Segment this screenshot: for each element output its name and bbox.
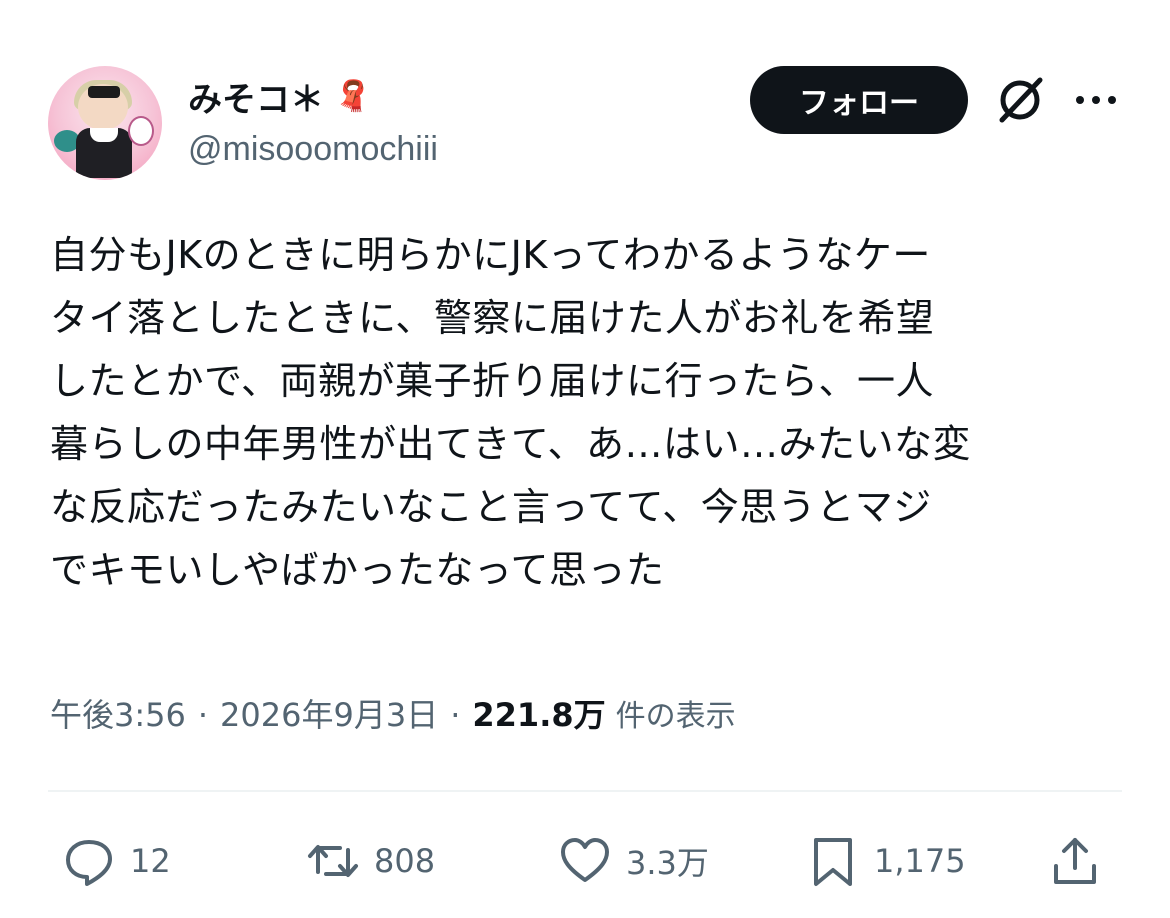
heart-icon [561, 838, 609, 882]
grok-icon[interactable] [992, 72, 1048, 128]
views-count: 221.8万 [472, 696, 606, 734]
tweet-date[interactable]: 2026年9月3日 [220, 690, 438, 736]
meta-separator: · [450, 696, 461, 734]
repost-icon [308, 845, 358, 877]
like-button[interactable]: 3.3万 [558, 826, 709, 896]
share-icon [1054, 838, 1096, 884]
more-options-icon[interactable] [1072, 82, 1120, 118]
repost-count: 808 [374, 842, 436, 880]
share-button[interactable] [1048, 826, 1102, 896]
reply-count: 12 [130, 842, 171, 880]
tweet-meta: 午後3:56 · 2026年9月3日 · 221.8万 件の表示 [50, 690, 736, 736]
like-count: 3.3万 [626, 844, 709, 882]
bookmark-button[interactable]: 1,175 [806, 826, 966, 896]
user-handle[interactable]: @misooomochiii [188, 130, 438, 169]
avatar-decoration [90, 128, 118, 142]
tweet-text: 自分もJKのときに明らかにJKってわかるようなケー タイ落としたときに、警察に届… [50, 233, 971, 592]
scarf-emoji: 🧣 [334, 78, 372, 114]
tweet-time[interactable]: 午後3:56 [50, 690, 186, 736]
action-bar: 12 808 3.3万 1,175 [48, 826, 1122, 896]
tweet-header: みそコ＊ 🧣 @misooomochiii フォロー [48, 64, 1122, 184]
display-name-line[interactable]: みそコ＊ 🧣 [188, 72, 371, 121]
bookmark-count: 1,175 [874, 842, 966, 880]
reply-icon [66, 840, 112, 886]
user-avatar[interactable] [48, 66, 162, 180]
meta-separator: · [197, 696, 209, 734]
views-label: 件の表示 [615, 699, 736, 734]
display-name[interactable]: みそコ＊ [188, 72, 324, 121]
follow-button[interactable]: フォロー [750, 66, 968, 134]
avatar-decoration [88, 86, 120, 98]
divider [48, 790, 1122, 792]
bookmark-icon [814, 838, 852, 886]
reply-button[interactable]: 12 [62, 826, 171, 896]
repost-button[interactable]: 808 [306, 826, 435, 896]
avatar-decoration [128, 116, 154, 146]
